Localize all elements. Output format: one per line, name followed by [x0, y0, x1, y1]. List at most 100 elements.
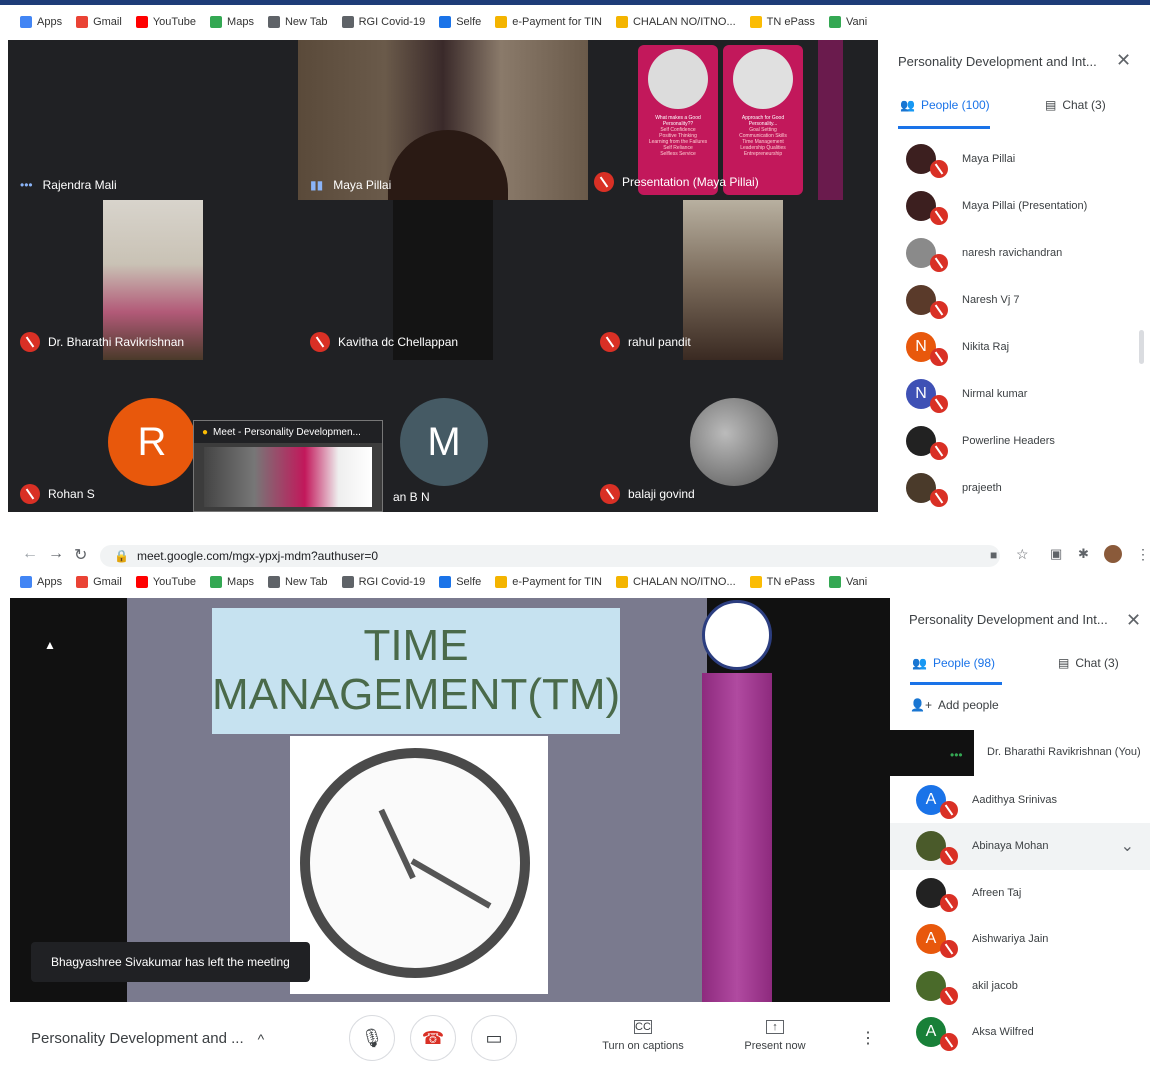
present-button[interactable]: ↑ Present now	[730, 1020, 820, 1052]
bookmark-item[interactable]: YouTube	[135, 576, 196, 588]
menu-icon[interactable]: ⋮	[1136, 546, 1150, 563]
chevron-down-icon[interactable]: ⌄	[1121, 836, 1134, 856]
participant-row[interactable]: akil jacob	[890, 962, 1150, 1009]
meeting-title[interactable]: Personality Development and ... ^	[31, 1030, 264, 1047]
bookmark-item[interactable]: Selfe	[439, 16, 481, 28]
camera-icon[interactable]: ■	[990, 548, 997, 562]
bookmark-item[interactable]: Vani	[828, 576, 868, 588]
bookmark-label: Gmail	[93, 576, 122, 588]
more-options-icon[interactable]: ⋮	[860, 1028, 876, 1048]
bookmark-item[interactable]: RGI Covid-19	[341, 16, 425, 28]
bookmark-item[interactable]: New Tab	[267, 576, 328, 588]
tab-people[interactable]: 👥 People (98)	[912, 656, 995, 670]
participant-row[interactable]: A Aksa Wilfred	[890, 1009, 1150, 1056]
participant-row[interactable]: Maya Pillai	[880, 135, 1140, 182]
bookmark-item[interactable]: CHALAN NO/ITNO...	[615, 16, 736, 28]
forward-icon[interactable]: →	[48, 545, 64, 563]
bookmark-item[interactable]: Apps	[20, 16, 62, 28]
tile-bharathi[interactable]: Dr. Bharathi Ravikrishnan	[8, 200, 298, 360]
slide-right-line: Entrepreneurship	[743, 151, 783, 157]
slide-title-line1: TIME	[363, 621, 469, 670]
bookmark-item[interactable]: Maps	[210, 16, 254, 28]
participant-row[interactable]: naresh ravichandran	[880, 229, 1140, 276]
tile-kavitha[interactable]: Kavitha dc Chellappan	[298, 200, 588, 360]
avatar	[906, 237, 948, 272]
participant-row[interactable]: N Nirmal kumar	[880, 370, 1140, 417]
bookmark-icon	[210, 576, 223, 588]
mic-button[interactable]: 🎙	[349, 1015, 395, 1061]
reload-icon[interactable]: ↻	[74, 545, 87, 565]
participant-row[interactable]: Naresh Vj 7	[880, 276, 1140, 323]
people-list: Maya Pillai Maya Pillai (Presentation) nar…	[880, 135, 1140, 512]
top-people-panel: Personality Development and Int... ✕ 👥 Pe…	[880, 40, 1150, 512]
scrollbar[interactable]	[1139, 330, 1144, 364]
mic-off-icon	[930, 394, 948, 413]
back-icon[interactable]: ←	[22, 545, 38, 563]
mic-off-icon	[930, 253, 948, 272]
bookmark-icon	[341, 16, 354, 28]
close-icon[interactable]: ✕	[1116, 50, 1131, 71]
pip-window[interactable]: ● Meet - Personality Developmen...	[193, 420, 383, 512]
bookmark-item[interactable]: Gmail	[76, 16, 122, 28]
tile-rajendra[interactable]: ••• Rajendra Mali	[8, 40, 298, 200]
participant-row[interactable]: Powerline Headers	[880, 417, 1140, 464]
bookmarks-bar-top: Apps Gmail YouTube Maps New Tab RGI Covid-19 S…	[0, 10, 1150, 34]
bookmark-item[interactable]: TN ePass	[749, 16, 815, 28]
panel-title: Personality Development and Int...	[909, 612, 1108, 627]
address-bar[interactable]: 🔒 meet.google.com/mgx-ypxj-mdm?authuser=0	[100, 545, 1000, 567]
bookmark-item[interactable]: TN ePass	[749, 576, 815, 588]
participant-row[interactable]: prajeeth	[880, 464, 1140, 511]
bookmark-item[interactable]: RGI Covid-19	[341, 576, 425, 588]
captions-button[interactable]: CC Turn on captions	[598, 1020, 688, 1052]
puzzle-icon[interactable]: ✱	[1078, 546, 1089, 562]
bookmark-item[interactable]: Selfe	[439, 576, 481, 588]
bookmark-label: New Tab	[284, 16, 328, 28]
tile-name: Kavitha dc Chellappan	[338, 335, 459, 349]
bookmark-item[interactable]: Gmail	[76, 576, 122, 588]
self-row[interactable]: ••• Dr. Bharathi Ravikrishnan (You)	[890, 730, 1150, 776]
avatar-m: M	[400, 398, 488, 486]
tile-rahul[interactable]: rahul pandit	[588, 200, 878, 360]
participant-row[interactable]: A Aadithya Srinivas	[890, 776, 1150, 823]
bookmark-label: Vani	[845, 576, 868, 588]
close-icon[interactable]: ✕	[1126, 610, 1141, 631]
avatar	[906, 472, 948, 507]
extension-icon[interactable]: ▣	[1050, 546, 1062, 562]
bookmark-icon	[495, 576, 508, 588]
bookmark-icon	[615, 16, 628, 28]
people-photo	[648, 49, 708, 109]
bookmarks-bar-bottom: Apps Gmail YouTube Maps New Tab RGI Covid-19 S…	[0, 570, 1150, 594]
bookmark-item[interactable]: Apps	[20, 576, 62, 588]
more-icon: •••	[20, 178, 33, 192]
profile-avatar[interactable]	[1104, 545, 1122, 563]
hangup-button[interactable]: ☎	[410, 1015, 456, 1061]
bookmark-item[interactable]: Vani	[828, 16, 867, 28]
bookmark-item[interactable]: e-Payment for TIN	[495, 16, 602, 28]
bookmark-item[interactable]: Maps	[210, 576, 254, 588]
tile-balaji[interactable]: balaji govind	[588, 360, 878, 512]
slide-right-title: Approach for Good Personality...	[741, 115, 785, 127]
participant-row[interactable]: Abinaya Mohan ⌄	[890, 822, 1150, 870]
star-icon[interactable]: ☆	[1016, 546, 1029, 563]
top-video-grid: ••• Rajendra Mali ▮▮ Maya Pillai What make…	[8, 40, 878, 512]
tile-maya[interactable]: ▮▮ Maya Pillai	[298, 40, 588, 200]
college-logo	[702, 600, 772, 670]
participant-row[interactable]: Maya Pillai (Presentation)	[880, 182, 1140, 229]
bookmark-label: TN ePass	[766, 16, 815, 28]
participant-row[interactable]: Afreen Taj	[890, 869, 1150, 916]
bookmark-item[interactable]: CHALAN NO/ITNO...	[615, 576, 736, 588]
bookmark-item[interactable]: New Tab	[267, 16, 328, 28]
camera-button[interactable]: ▭	[471, 1015, 517, 1061]
tile-presentation[interactable]: What makes a Good Personality?? Self Con…	[588, 40, 878, 200]
tab-chat[interactable]: ▤ Chat (3)	[1058, 656, 1119, 670]
participant-row[interactable]: A Aishwariya Jain	[890, 916, 1150, 963]
toast: Bhagyashree Sivakumar has left the meeti…	[31, 942, 310, 982]
tab-people[interactable]: 👥 People (100)	[900, 98, 990, 112]
bookmark-item[interactable]: e-Payment for TIN	[495, 576, 602, 588]
tab-chat[interactable]: ▤ Chat (3)	[1045, 98, 1106, 112]
bookmark-item[interactable]: YouTube	[135, 16, 196, 28]
panel-title: Personality Development and Int...	[898, 54, 1097, 69]
participant-row[interactable]: N Nikita Raj	[880, 323, 1140, 370]
add-people-button[interactable]: 👤+ Add people	[910, 698, 999, 712]
slide-left-line: Selfless Service	[660, 151, 696, 157]
